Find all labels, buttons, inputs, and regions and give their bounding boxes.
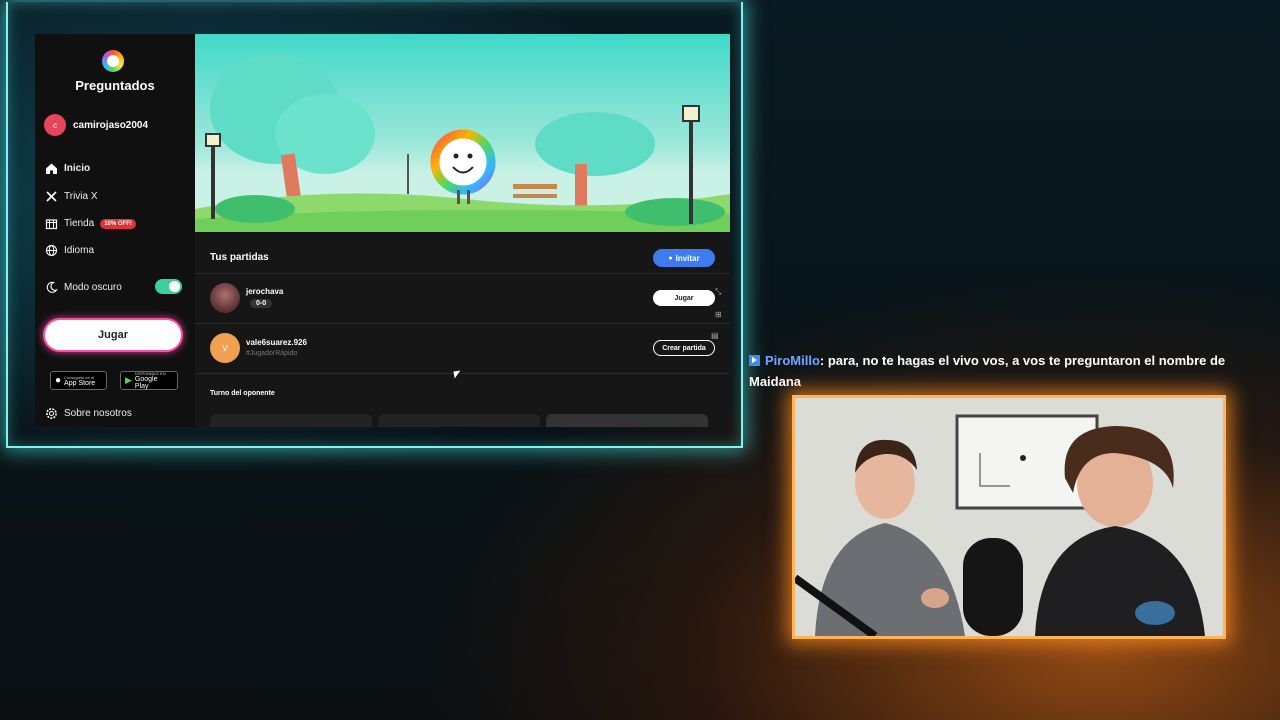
app-store-button[interactable]: ● Consíguelo en el App Store <box>50 371 107 390</box>
store-icon <box>45 217 58 230</box>
grid-icon[interactable]: ⊞ <box>715 310 722 319</box>
play-game-button[interactable]: Jugar <box>653 290 715 306</box>
opponent-game-card[interactable] <box>378 414 540 427</box>
sidebar-item-about[interactable]: Sobre nosotros <box>45 407 132 420</box>
avatar: V <box>210 333 240 363</box>
opponent-game-card[interactable] <box>210 414 372 427</box>
chat-badge-icon <box>749 355 760 366</box>
username: camirojaso2004 <box>73 119 149 131</box>
player-tag: #JugadorRápido <box>246 350 298 357</box>
section-title-tus-partidas: Tus partidas <box>210 252 269 263</box>
apple-icon: ● <box>55 375 62 386</box>
sidebar-item-idioma[interactable]: Idioma <box>45 244 94 257</box>
app-store-label: App Store <box>64 379 96 387</box>
broken-image-icon: ▤ <box>711 331 719 340</box>
main-content: Tus partidas ● Invitar jerochava 0-0 Jug… <box>195 34 730 427</box>
sidebar-item-trivia-x[interactable]: Trivia X <box>45 190 98 203</box>
sidebar-item-tienda[interactable]: Tienda 10% OFF! <box>45 217 136 230</box>
webcam-feed <box>792 395 1226 639</box>
opponent-game-card[interactable] <box>546 414 708 427</box>
opponent-name: vale6suarez.926 <box>246 338 307 347</box>
section-title-opponent-turn: Turno del oponente <box>210 390 275 397</box>
divider <box>195 373 730 374</box>
user-profile[interactable]: c camirojaso2004 <box>44 114 148 136</box>
crossed-swords-icon <box>45 190 58 203</box>
dark-mode-label: Modo oscuro <box>64 282 122 293</box>
character-wheel-icon <box>430 129 496 204</box>
google-play-label: Google Play <box>134 376 158 390</box>
moon-icon <box>45 281 58 294</box>
sidebar-item-label: Sobre nosotros <box>64 408 132 419</box>
divider <box>195 273 730 274</box>
create-game-button[interactable]: Crear partida <box>653 340 715 356</box>
preguntados-app: Preguntados c camirojaso2004 Inicio Triv… <box>35 34 730 427</box>
play-store-icon: ▶ <box>125 375 132 385</box>
discount-badge: 10% OFF! <box>100 218 136 229</box>
invite-button[interactable]: ● Invitar <box>653 249 715 267</box>
sidebar-item-label: Tienda <box>64 218 95 229</box>
chat-username: PiroMillo <box>765 353 820 368</box>
mouse-cursor <box>453 370 462 379</box>
sidebar-item-inicio[interactable]: Inicio <box>45 162 90 175</box>
preguntados-logo-icon[interactable] <box>102 50 124 72</box>
sidebar-item-label: Idioma <box>64 245 95 256</box>
globe-icon <box>45 244 58 257</box>
sidebar-item-label: Inicio <box>64 163 91 174</box>
play-button[interactable]: Jugar <box>45 320 181 350</box>
brand-title: Preguntados <box>75 78 155 93</box>
chat-message: PiroMillo: para, no te hagas el vivo vos… <box>749 350 1269 392</box>
chat-text: : para, no te hagas el vivo vos, a vos t… <box>749 353 1226 389</box>
home-icon <box>45 162 58 175</box>
opponent-name: jerochava <box>246 287 284 296</box>
score-badge: 0-0 <box>250 299 273 308</box>
google-play-button[interactable]: ▶ DISPONIBLE EN Google Play <box>120 371 178 390</box>
dark-mode-row: Modo oscuro <box>45 281 122 294</box>
avatar: c <box>44 114 66 136</box>
avatar <box>210 283 240 313</box>
users-icon: ● <box>668 254 673 262</box>
divider <box>195 323 730 324</box>
dark-mode-toggle[interactable] <box>155 279 182 294</box>
invite-label: Invitar <box>675 253 700 263</box>
expand-icon[interactable]: ⤡ <box>715 287 721 297</box>
webcam-scene-image <box>795 398 1223 636</box>
sidebar-item-label: Trivia X <box>64 191 98 202</box>
sidebar: Preguntados c camirojaso2004 Inicio Triv… <box>35 34 195 427</box>
gear-icon <box>45 407 58 420</box>
park-banner-illustration <box>195 34 730 232</box>
